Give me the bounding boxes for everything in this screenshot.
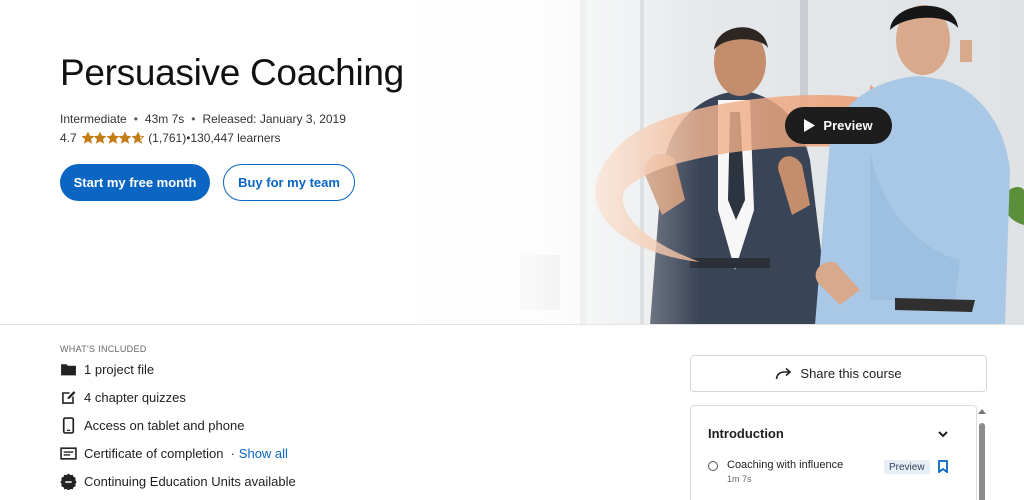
hero-divider <box>0 324 1024 325</box>
chevron-down-icon[interactable] <box>937 428 949 440</box>
scroll-up-arrow-icon[interactable] <box>978 409 986 414</box>
buy-for-team-button[interactable]: Buy for my team <box>223 164 355 201</box>
included-heading: WHAT'S INCLUDED <box>60 344 147 354</box>
lesson-preview-badge: Preview <box>884 460 930 474</box>
included-item-label: 4 chapter quizzes <box>84 390 186 405</box>
tablet-icon <box>62 417 75 434</box>
scroll-thumb[interactable] <box>979 423 985 500</box>
course-release-date: Released: January 3, 2019 <box>202 112 346 126</box>
course-level: Intermediate <box>60 112 127 126</box>
table-of-contents: Introduction Coaching with influence 1m … <box>690 405 977 500</box>
included-item-certificate: Certificate of completion · Show all <box>60 445 288 462</box>
included-item-project-file: 1 project file <box>60 361 154 378</box>
meta-separator: • <box>191 112 196 126</box>
course-hero: Persuasive Coaching Intermediate • 43m 7… <box>0 0 1024 325</box>
rating-value: 4.7 <box>60 131 77 145</box>
share-icon <box>776 367 792 380</box>
play-icon <box>804 119 816 132</box>
chapter-title[interactable]: Introduction <box>708 426 784 441</box>
included-item-quizzes: 4 chapter quizzes <box>60 389 186 406</box>
course-duration: 43m 7s <box>144 112 185 126</box>
star-icon <box>119 132 132 144</box>
course-title: Persuasive Coaching <box>60 52 404 93</box>
included-item-label: Certificate of completion <box>84 446 224 461</box>
start-free-month-button[interactable]: Start my free month <box>60 164 210 201</box>
review-count[interactable]: (1,761) <box>148 131 186 145</box>
star-icon <box>106 132 119 144</box>
show-all-link[interactable]: Show all <box>239 446 288 461</box>
share-course-button[interactable]: Share this course <box>690 355 987 392</box>
folder-icon <box>61 364 76 376</box>
hero-image-fade <box>400 0 700 325</box>
preview-button[interactable]: Preview <box>785 107 892 144</box>
star-icon <box>131 132 144 144</box>
included-item-ceu: Continuing Education Units available <box>60 473 296 490</box>
star-icon <box>94 132 107 144</box>
certificate-icon <box>60 447 77 460</box>
meta-separator: • <box>133 112 138 126</box>
course-rating: 4.7 (1,761) • 130,447 learners <box>60 131 281 145</box>
toc-scrollbar[interactable] <box>978 405 986 500</box>
preview-button-label: Preview <box>823 118 873 133</box>
star-icon <box>81 132 94 144</box>
lesson-status-icon <box>708 461 718 471</box>
course-meta: Intermediate • 43m 7s • Released: Januar… <box>60 112 346 126</box>
edit-icon <box>62 391 76 404</box>
badge-icon <box>60 473 77 490</box>
included-item-tablet-access: Access on tablet and phone <box>60 417 244 434</box>
bookmark-icon[interactable] <box>938 460 948 473</box>
learner-count: 130,447 learners <box>190 131 281 145</box>
included-item-label: Access on tablet and phone <box>84 418 245 433</box>
included-item-label: Continuing Education Units available <box>84 474 296 489</box>
rating-stars <box>81 132 145 144</box>
lesson-title[interactable]: Coaching with influence <box>727 459 843 471</box>
separator-dot: · <box>230 446 235 461</box>
share-course-label: Share this course <box>800 366 902 381</box>
included-item-label: 1 project file <box>84 362 155 377</box>
lesson-duration: 1m 7s <box>727 474 752 484</box>
